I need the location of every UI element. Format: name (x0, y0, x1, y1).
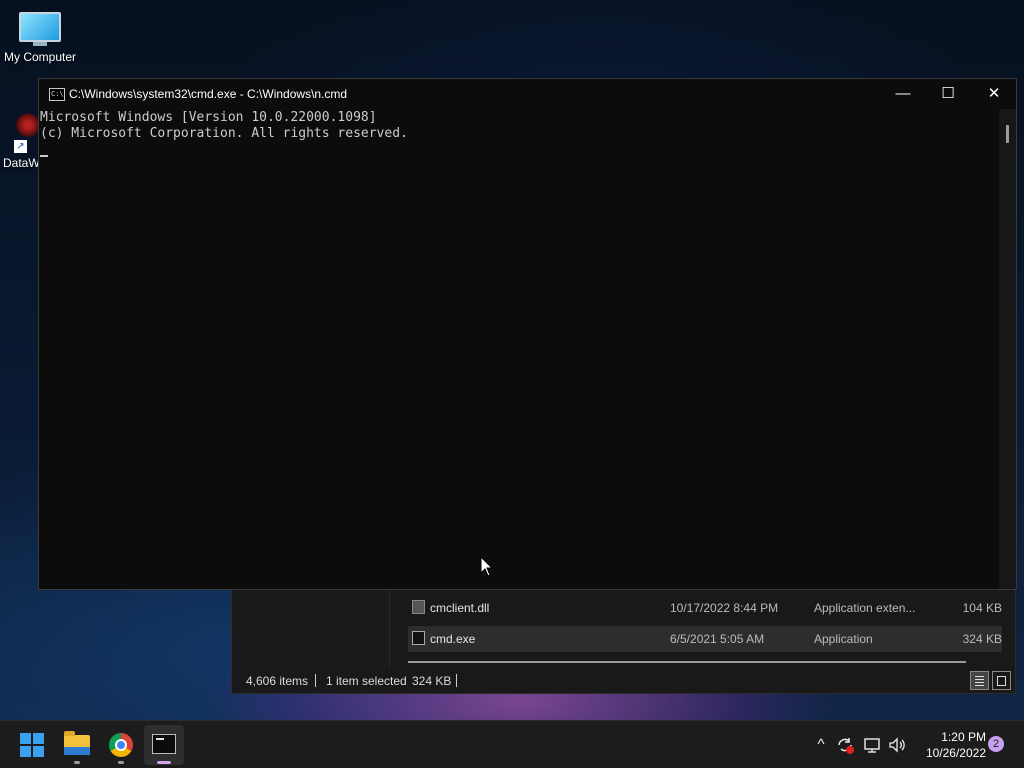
file-date: 10/17/2022 8:44 PM (670, 601, 779, 615)
vertical-scrollbar[interactable] (999, 109, 1016, 589)
taskbar-chrome[interactable] (101, 725, 141, 765)
show-hidden-icons-chevron-icon[interactable]: ^ (811, 735, 831, 755)
desktop-icon-label: My Computer (3, 50, 77, 64)
clock-time: 1:20 PM (941, 730, 986, 744)
console-output[interactable]: Microsoft Windows [Version 10.0.22000.10… (39, 109, 1000, 589)
selection-count: 1 item selected (326, 674, 407, 688)
file-date: 6/5/2021 5:05 AM (670, 632, 765, 646)
dll-file-icon (412, 600, 425, 614)
close-button[interactable]: ✕ (971, 79, 1017, 109)
command-prompt-window: C:\Windows\system32\cmd.exe - C:\Windows… (38, 78, 1017, 590)
maximize-button[interactable]: ☐ (925, 79, 971, 109)
file-type: Application (814, 632, 873, 646)
taskbar-command-prompt[interactable] (144, 725, 184, 765)
title-bar[interactable]: C:\Windows\system32\cmd.exe - C:\Windows… (39, 79, 1016, 109)
start-button[interactable] (12, 725, 52, 765)
taskbar: ^ 1:20 PM 10/26/2022 (0, 720, 1024, 768)
running-indicator (74, 761, 80, 764)
desktop-icon-label: DataW (3, 156, 40, 170)
status-bar: 4,606 items 1 item selected 324 KB (232, 669, 1015, 693)
horizontal-scrollbar[interactable] (408, 661, 966, 663)
file-name: cmd.exe (430, 632, 476, 646)
mouse-pointer-icon (480, 555, 494, 583)
chrome-icon (109, 733, 133, 757)
network-icon[interactable] (862, 735, 882, 755)
window-title: C:\Windows\system32\cmd.exe - C:\Windows… (69, 87, 348, 101)
file-size: 324 KB (962, 632, 1002, 646)
details-view-button[interactable] (970, 671, 989, 690)
cmd-title-icon (49, 88, 65, 101)
file-name: cmclient.dll (430, 601, 490, 615)
desktop-icon-my-computer[interactable]: My Computer (0, 12, 80, 64)
terminal-icon (152, 734, 176, 754)
cmd-app-icon (412, 631, 425, 645)
clock-date: 10/26/2022 (925, 746, 986, 760)
status-divider (456, 674, 457, 687)
large-icons-view-button[interactable] (992, 671, 1011, 690)
volume-icon[interactable] (887, 735, 907, 755)
monitor-icon (19, 12, 61, 46)
file-type: Application exten... (814, 601, 916, 615)
active-indicator (157, 761, 171, 764)
selection-size: 324 KB (412, 674, 452, 688)
scrollbar-thumb[interactable] (1006, 125, 1009, 143)
console-line: (c) Microsoft Corporation. All rights re… (40, 126, 408, 141)
windows-start-icon (20, 733, 44, 757)
item-count: 4,606 items (246, 674, 309, 688)
status-divider (315, 674, 316, 687)
notification-badge[interactable]: 2 (988, 736, 1004, 752)
text-cursor (40, 155, 48, 157)
folder-icon (64, 731, 90, 755)
desktop-icon-datawd[interactable]: ↗ DataW (0, 108, 40, 172)
sync-error-icon[interactable] (835, 735, 855, 755)
file-row-selected[interactable]: cmd.exe 6/5/2021 5:05 AM Application 324… (408, 626, 1002, 652)
minimize-button[interactable]: — (880, 79, 926, 109)
taskbar-file-explorer[interactable] (57, 725, 97, 765)
file-size: 104 KB (962, 601, 1002, 615)
datawd-shortcut-icon (16, 112, 40, 138)
shortcut-arrow-icon: ↗ (14, 140, 27, 153)
console-line: Microsoft Windows [Version 10.0.22000.10… (40, 110, 377, 125)
running-indicator (118, 761, 124, 764)
console-cursor-line (40, 142, 1000, 158)
file-row[interactable]: cmclient.dll 10/17/2022 8:44 PM Applicat… (408, 595, 1002, 621)
clock[interactable]: 1:20 PM 10/26/2022 (914, 729, 986, 761)
